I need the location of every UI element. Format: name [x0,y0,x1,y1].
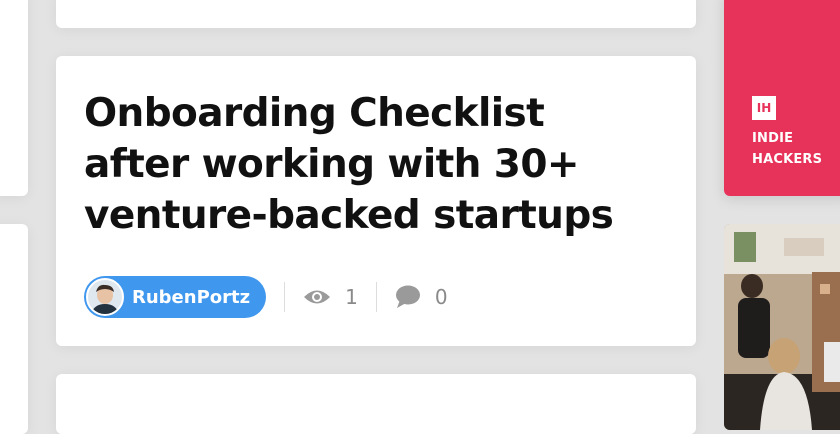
views-stat: 1 [303,285,358,309]
partial-card-left-bottom[interactable] [0,224,28,434]
author-avatar [86,278,124,316]
brand-line-2: HACKERS [752,152,823,167]
comments-count: 0 [434,285,448,309]
feed-card-previous[interactable] [56,0,696,28]
event-photo-image [724,224,840,430]
indie-hackers-logo: IH [752,96,776,120]
author-name: RubenPortz [132,286,251,308]
post-meta: RubenPortz 1 0 [84,276,448,318]
eye-icon [304,290,331,304]
event-photo[interactable] [724,224,840,430]
feed-card-post[interactable]: Onboarding Checklist after working with … [56,56,696,346]
comments-stat[interactable]: 0 [395,285,448,309]
divider [375,282,377,312]
post-title[interactable]: Onboarding Checklist after working with … [84,88,644,241]
speech-bubble-icon [395,285,420,308]
indie-hackers-wordmark: INDIE HACKERS [752,128,822,170]
views-count: 1 [345,285,358,309]
feed-card-next[interactable] [56,374,696,434]
partial-card-left-top[interactable] [0,0,28,196]
divider [284,282,286,312]
indie-hackers-banner[interactable]: IH INDIE HACKERS [724,0,840,196]
brand-line-1: INDIE [752,131,794,146]
author-button[interactable]: RubenPortz [84,276,267,318]
